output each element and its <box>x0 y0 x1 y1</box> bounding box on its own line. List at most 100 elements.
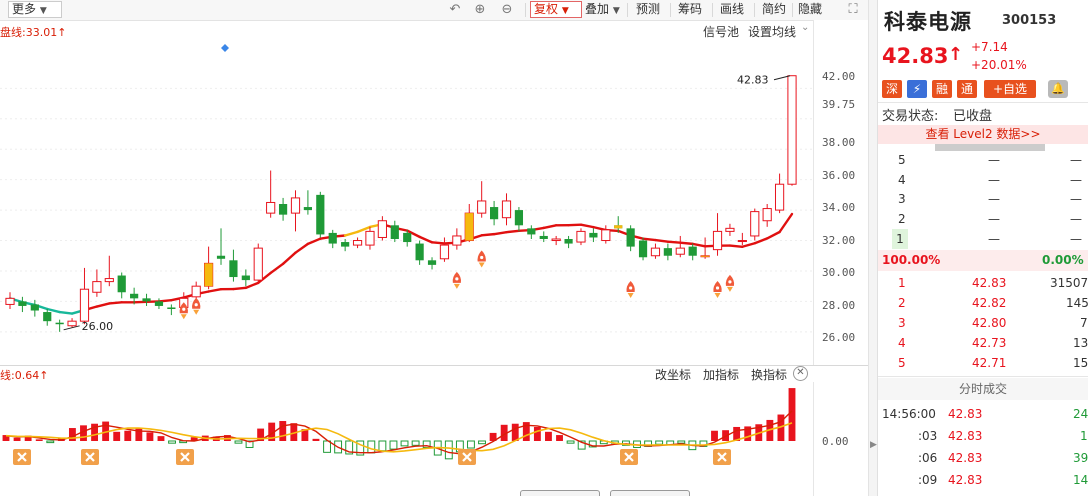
more-dropdown[interactable]: 更多 ▼ <box>8 1 62 18</box>
candle-body <box>675 247 685 255</box>
price-axis: 42.00 39.75 38.00 36.00 34.00 32.00 30.0… <box>813 20 868 365</box>
ma-segment <box>654 238 670 243</box>
indicator-bar <box>312 438 320 441</box>
tick-row: 14:56:00 42.83 24 <box>882 407 1089 421</box>
indicator-bar <box>279 421 287 441</box>
low-label: 26.00 <box>82 320 114 333</box>
indicator-bar <box>35 439 43 441</box>
yuce-button[interactable]: 预测 <box>633 1 663 18</box>
huanzhibiao-button[interactable]: 换指标 <box>751 366 787 383</box>
separator <box>627 3 628 17</box>
scroll-tab[interactable] <box>610 490 690 496</box>
stock-price: 42.83 <box>882 44 949 68</box>
indicator-value-label: 线:0.64↑ <box>0 369 49 382</box>
sell-level-3: 3 — — <box>898 192 1082 206</box>
highlight-candle <box>204 263 213 287</box>
candle-body <box>67 320 77 327</box>
price-tick: 30.00 <box>822 266 856 279</box>
ma-segment <box>418 235 434 244</box>
scroll-tab[interactable] <box>520 490 600 496</box>
jiazhibiao-button[interactable]: 加指标 <box>703 366 739 383</box>
diejia-dropdown[interactable]: 叠加 ▼ <box>582 1 623 18</box>
indicator-chart <box>2 388 796 465</box>
highlight-candle <box>465 213 474 241</box>
indicator-line-fast <box>5 410 793 455</box>
candle-body <box>328 232 337 244</box>
fuquan-dropdown[interactable]: 复权 ▼ <box>530 1 582 18</box>
price-tick: 26.00 <box>822 331 856 344</box>
buy-level-3: 3 42.80 7 <box>898 316 1088 330</box>
markers: 42.83 26.00 <box>63 44 791 333</box>
buy-level-4: 4 42.73 13 <box>898 336 1089 350</box>
ma-segment <box>207 288 223 293</box>
cross-marker-icon <box>620 449 638 465</box>
collapse-arrow-icon[interactable]: ▶ <box>870 440 877 450</box>
rocket-icon <box>713 280 722 298</box>
cross-marker-icon <box>81 449 99 465</box>
candle-body <box>415 243 424 261</box>
ma-segment <box>281 251 297 266</box>
ratio-bar: 100.00% 0.00% <box>878 250 1088 271</box>
level2-link[interactable]: 查看 Level2 数据>> <box>878 125 1088 144</box>
ma-segment <box>579 223 595 229</box>
indicator-bar <box>788 388 796 441</box>
chart-panel: 更多 ▼ ↶ ⊕ ⊖ 复权 ▼ 叠加 ▼ 预测 筹码 画线 简约 隐藏 ⛶ 盘线… <box>0 0 868 496</box>
zoom-in-icon[interactable]: ⊕ <box>472 1 488 18</box>
candle-body <box>712 230 723 251</box>
zoom-out-icon[interactable]: ⊖ <box>499 1 515 18</box>
ma-segment <box>778 212 794 234</box>
undo-icon[interactable]: ↶ <box>447 1 463 18</box>
fullscreen-icon[interactable]: ⛶ <box>845 1 861 18</box>
candle-body <box>688 246 697 256</box>
status-value: 已收盘 <box>953 109 993 124</box>
candle-body <box>352 240 363 246</box>
indicator-bar <box>157 436 165 441</box>
add-watchlist-button[interactable]: +自选 <box>984 80 1036 98</box>
close-icon[interactable]: ✕ <box>793 366 808 381</box>
flash-icon[interactable]: ⚡ <box>907 80 927 98</box>
indicator-bar <box>511 423 519 441</box>
rocket-flame <box>627 292 634 298</box>
candle-body <box>341 242 350 247</box>
candle-body <box>638 240 648 258</box>
ma-segment <box>492 230 508 236</box>
rocket-window <box>629 286 633 290</box>
jianyue-button[interactable]: 简约 <box>759 1 789 18</box>
indicator-bar <box>367 440 376 454</box>
chouma-button[interactable]: 筹码 <box>675 1 705 18</box>
fuquan-label: 复权 <box>534 2 559 16</box>
yincang-button[interactable]: 隐藏 <box>795 1 825 18</box>
candle-body <box>576 230 586 243</box>
bell-icon[interactable]: 🔔 <box>1048 80 1068 98</box>
shen-badge[interactable]: 深 <box>882 80 902 98</box>
candle-body <box>427 260 437 265</box>
indicator-bar <box>400 440 409 447</box>
candle-body <box>527 228 536 235</box>
rocket-flame <box>180 314 187 320</box>
candle-body <box>229 260 238 278</box>
ma-segment <box>480 232 496 237</box>
huaxian-button[interactable]: 画线 <box>717 1 747 18</box>
gaizuobiao-button[interactable]: 改坐标 <box>655 366 691 383</box>
candle-body <box>92 281 102 293</box>
candle-body <box>43 312 52 322</box>
rong-badge[interactable]: 融 <box>932 80 952 98</box>
indicator-bar <box>411 440 420 446</box>
candle-body <box>762 208 772 222</box>
indicator-bar <box>467 440 475 449</box>
tong-badge[interactable]: 通 <box>957 80 977 98</box>
rocket-flame <box>453 283 460 289</box>
sell-level-5: 5 — — <box>898 153 1082 167</box>
price-change: +7.14 <box>971 40 1008 54</box>
indicator-zero-label: 0.00 <box>822 435 849 448</box>
cross-marker-icon <box>13 449 31 465</box>
rocket-window <box>182 307 186 311</box>
indicator-axis: 0.00 <box>813 382 868 496</box>
indicator-bar <box>711 430 718 441</box>
candle-body <box>303 207 313 211</box>
ma-segment <box>691 242 707 248</box>
indicator-bar <box>124 430 132 441</box>
candle-body <box>650 247 661 257</box>
tick-row: :06 42.83 39 <box>918 451 1089 465</box>
ma-segment <box>728 244 744 248</box>
